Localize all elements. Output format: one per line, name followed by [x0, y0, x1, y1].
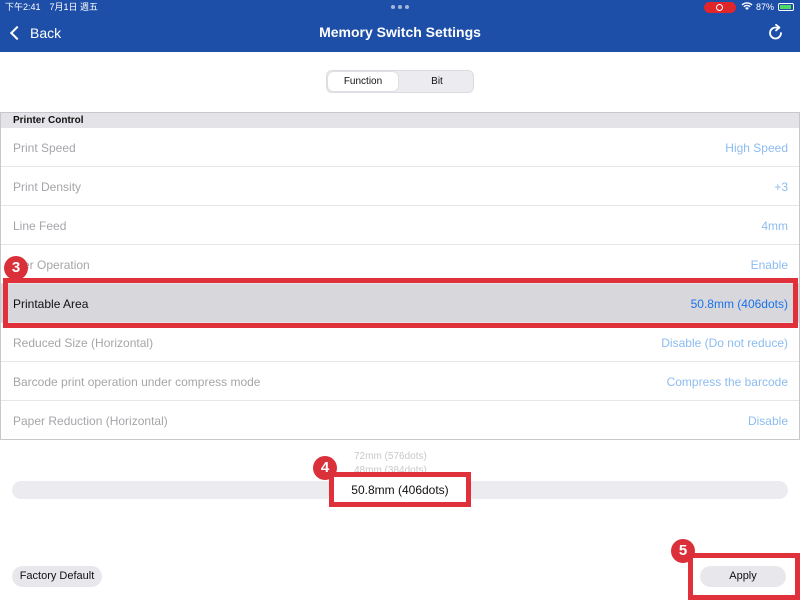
setting-row-print-density[interactable]: Print Density +3	[1, 167, 799, 206]
setting-label: Print Density	[13, 180, 82, 194]
highlight-box-4	[329, 472, 471, 507]
setting-value: Disable	[747, 414, 788, 428]
setting-value: High Speed	[725, 141, 788, 155]
highlight-box-3	[3, 278, 798, 328]
setting-value: Disable (Do not reduce)	[661, 336, 788, 350]
setting-row-line-feed[interactable]: Line Feed 4mm	[1, 206, 799, 245]
setting-value: Enable	[750, 258, 788, 272]
setting-row-print-speed[interactable]: Print Speed High Speed	[1, 128, 799, 167]
page-title: Memory Switch Settings	[319, 24, 481, 40]
battery-percent: 87%	[756, 2, 775, 12]
settings-list: Printer Control Print Speed High Speed P…	[0, 112, 800, 440]
highlight-box-5	[688, 553, 800, 600]
factory-default-button[interactable]: Factory Default	[12, 566, 102, 587]
step-badge-4: 4	[313, 456, 337, 480]
setting-label: Reduced Size (Horizontal)	[13, 336, 154, 350]
app-screen: 下午2:41 7月1日 週五 87% Back Memory Switch Se…	[0, 0, 800, 600]
setting-label: Barcode print operation under compress m…	[13, 375, 261, 389]
setting-row-barcode-compress[interactable]: Barcode print operation under compress m…	[1, 362, 799, 401]
step-badge-3: 3	[4, 256, 28, 280]
setting-value: 4mm	[761, 219, 788, 233]
setting-value: Compress the barcode	[666, 375, 788, 389]
section-header: Printer Control	[1, 113, 799, 128]
setting-label: Line Feed	[13, 219, 67, 233]
setting-value: +3	[774, 180, 788, 194]
top-bar: 下午2:41 7月1日 週五 87% Back Memory Switch Se…	[0, 0, 800, 52]
step-badge-5: 5	[671, 539, 695, 563]
multitask-dots-icon[interactable]	[391, 5, 409, 9]
setting-row-reduced-size-horizontal[interactable]: Reduced Size (Horizontal) Disable (Do no…	[1, 323, 799, 362]
tab-bit[interactable]: Bit	[401, 72, 473, 91]
setting-row-paper-reduction[interactable]: Paper Reduction (Horizontal) Disable	[1, 401, 799, 440]
setting-label: Paper Reduction (Horizontal)	[13, 414, 168, 428]
status-time: 下午2:41 7月1日 週五	[5, 2, 99, 12]
navigation-bar: Back Memory Switch Settings	[0, 14, 800, 52]
tab-function[interactable]: Function	[328, 72, 398, 91]
setting-label: Print Speed	[13, 141, 76, 155]
refresh-icon[interactable]	[766, 23, 786, 43]
function-bit-segmented-control: Function Bit	[326, 70, 474, 93]
battery-icon	[778, 3, 794, 11]
screen-record-icon	[704, 2, 736, 13]
picker-option[interactable]: 72mm (576dots)	[354, 451, 427, 462]
status-bar: 下午2:41 7月1日 週五 87%	[0, 0, 800, 14]
